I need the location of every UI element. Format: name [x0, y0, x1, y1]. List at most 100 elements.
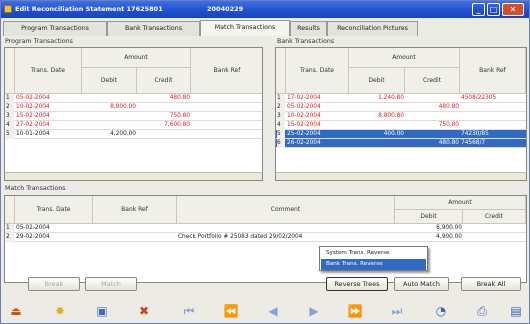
- table-row[interactable]: 4 15-02-2004 750.80: [276, 121, 526, 130]
- next-page-icon[interactable]: ⏩: [343, 301, 367, 321]
- bank-transactions-grid: Trans. Date Amount Debit Credit Bank Ref…: [275, 47, 527, 181]
- cell-debit: [350, 139, 404, 148]
- cell-credit: 750.80: [438, 122, 459, 128]
- cell-credit: 750.80: [169, 113, 190, 119]
- row-number: 4: [277, 121, 285, 130]
- cell-ref: [192, 130, 262, 139]
- col-bank-ref[interactable]: Bank Ref: [460, 48, 526, 94]
- save-icon[interactable]: ▤: [504, 301, 528, 321]
- cell-ref: [461, 121, 525, 130]
- col-comment[interactable]: Comment: [177, 196, 395, 224]
- table-row[interactable]: 2 10-02-2004 8,800.00: [5, 103, 262, 112]
- window-title: Edit Reconciliation Statement 17625801: [15, 5, 163, 13]
- col-credit[interactable]: Credit: [137, 68, 191, 94]
- new-icon[interactable]: ✸: [48, 301, 72, 321]
- tab-bank-transactions[interactable]: Bank Transactions: [107, 21, 200, 36]
- col-credit[interactable]: Credit: [463, 210, 526, 224]
- cell-ref: [94, 233, 176, 242]
- col-bank-ref[interactable]: Bank Ref: [191, 48, 262, 94]
- table-row[interactable]: 5 10-01-2004 4,200.00: [5, 130, 262, 139]
- reverse-trees-button[interactable]: Reverse Trees: [326, 277, 388, 291]
- cell-debit: 4,200.00: [110, 131, 136, 137]
- cell-ref: [461, 103, 525, 112]
- break-button[interactable]: Break: [28, 277, 80, 291]
- open-icon[interactable]: ▣: [90, 301, 114, 321]
- tab-program-transactions[interactable]: Program Transactions: [3, 21, 107, 36]
- table-row[interactable]: 1 05-02-2004 6,900.00: [5, 224, 526, 233]
- exit-icon[interactable]: ⏏: [4, 301, 28, 321]
- cell-debit: 8,800.80: [378, 113, 404, 119]
- row-number: 6: [277, 139, 285, 148]
- table-row[interactable]: 4 27-02-2004 7,600.80: [5, 121, 262, 130]
- col-debit[interactable]: Debit: [395, 210, 463, 224]
- cell-comment: [178, 224, 394, 233]
- cell-date: 05-02-2004: [16, 225, 50, 231]
- tab-match-transactions[interactable]: Match Transactions: [200, 20, 290, 36]
- close-button[interactable]: ✕: [502, 3, 524, 16]
- maximize-button[interactable]: □: [487, 3, 500, 16]
- cell-comment: Check Portfolio # 25083 dated 29/02/2004: [178, 234, 303, 240]
- menu-item-system-reverse[interactable]: System Trans. Reverse: [321, 248, 426, 259]
- row-number: 5: [277, 130, 285, 139]
- col-amount: Amount: [349, 48, 460, 68]
- tab-strip: Program Transactions Bank Transactions M…: [3, 20, 527, 36]
- table-row[interactable]: 1 05-02-2004 480.80: [5, 94, 262, 103]
- cell-date: 10-01-2004: [16, 131, 50, 137]
- delete-icon[interactable]: ✖: [132, 301, 156, 321]
- cell-date: 15-02-2004: [16, 113, 50, 119]
- row-number: 5: [6, 130, 14, 139]
- minimize-button[interactable]: _: [472, 3, 485, 16]
- print-icon[interactable]: ⎙: [470, 301, 494, 321]
- cell-date: 10-02-2004: [16, 104, 50, 110]
- break-all-button[interactable]: Break All: [461, 277, 521, 291]
- cell-ref: 4508/22305: [461, 95, 497, 101]
- prev-page-icon[interactable]: ⏪: [219, 301, 243, 321]
- col-amount: Amount: [395, 196, 526, 210]
- cell-ref: [192, 121, 262, 130]
- cell-debit: 4,900.00: [436, 234, 462, 240]
- cell-credit: [406, 112, 459, 121]
- auto-match-button[interactable]: Auto Match: [394, 277, 449, 291]
- col-trans-date[interactable]: Trans. Date: [15, 196, 93, 224]
- col-debit[interactable]: Debit: [82, 68, 137, 94]
- table-row[interactable]: 3 10-02-2004 8,800.80: [276, 112, 526, 121]
- table-row[interactable]: 6 26-02-2004 480.80 74568/7: [276, 139, 526, 148]
- cell-date: 17-02-2004: [287, 95, 321, 101]
- prev-icon[interactable]: ◀: [261, 301, 285, 321]
- cell-debit: [350, 121, 404, 130]
- menu-item-bank-reverse[interactable]: Bank Trans. Reverse: [321, 259, 426, 270]
- row-header-corner: [5, 48, 15, 94]
- cell-debit: 6,900.00: [436, 225, 462, 231]
- horizontal-scrollbar[interactable]: [276, 172, 526, 180]
- col-trans-date[interactable]: Trans. Date: [286, 48, 349, 94]
- row-number: 4: [6, 121, 14, 130]
- tab-reconciliation-pictures[interactable]: Reconciliation Pictures: [327, 21, 418, 36]
- cell-date: 27-02-2004: [16, 122, 50, 128]
- app-window: Edit Reconciliation Statement 17625801 2…: [0, 0, 530, 324]
- row-number: 3: [6, 112, 14, 121]
- first-icon[interactable]: ⏮: [177, 301, 201, 321]
- col-trans-date[interactable]: Trans. Date: [15, 48, 82, 94]
- cell-credit: [406, 130, 459, 139]
- table-row[interactable]: 5 25-02-2004 400.00 74230/85: [276, 130, 526, 139]
- cell-ref: [94, 224, 176, 233]
- cell-debit: [83, 121, 136, 130]
- row-header-corner: [276, 48, 286, 94]
- cell-date: 25-02-2004: [287, 131, 321, 137]
- context-menu: System Trans. Reverse Bank Trans. Revers…: [319, 246, 428, 271]
- table-row[interactable]: 2 29-02-2004 Check Portfolio # 25083 dated…: [5, 233, 526, 242]
- col-debit[interactable]: Debit: [349, 68, 405, 94]
- table-row[interactable]: 2 05-02-2004 480.80: [276, 103, 526, 112]
- last-icon[interactable]: ⏭: [385, 301, 409, 321]
- match-button[interactable]: Match: [85, 277, 137, 291]
- table-row[interactable]: 1 17-02-2004 1,240.80 4508/22305: [276, 94, 526, 103]
- next-icon[interactable]: ▶: [302, 301, 326, 321]
- tab-results[interactable]: Results: [290, 21, 327, 36]
- horizontal-scrollbar[interactable]: [5, 172, 262, 180]
- search-icon[interactable]: ◔: [429, 301, 453, 321]
- row-header-corner: [5, 196, 15, 224]
- table-row[interactable]: 3 15-02-2004 750.80: [5, 112, 262, 121]
- col-bank-ref[interactable]: Bank Ref: [93, 196, 177, 224]
- cell-date: 10-02-2004: [287, 113, 321, 119]
- col-credit[interactable]: Credit: [405, 68, 460, 94]
